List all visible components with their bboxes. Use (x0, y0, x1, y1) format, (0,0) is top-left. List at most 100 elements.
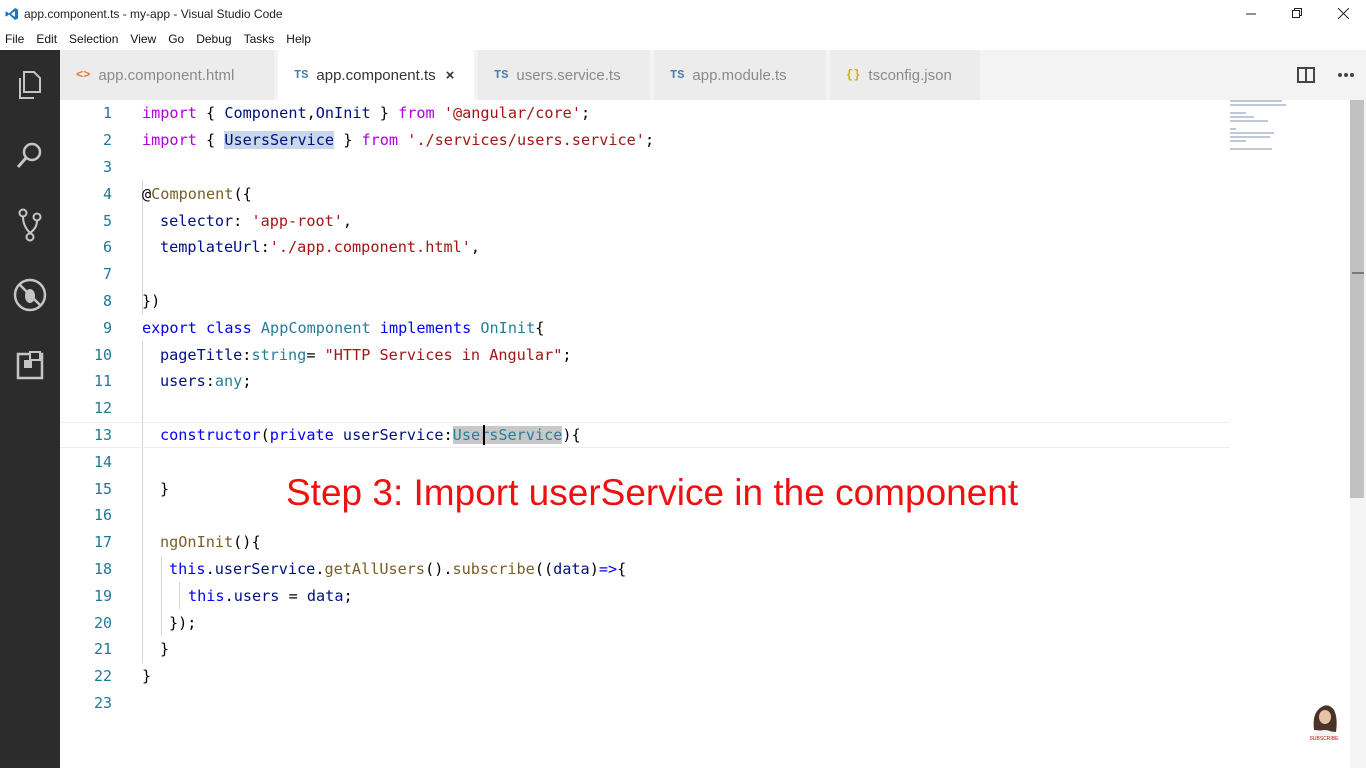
code-line: 6 templateUrl:'./app.component.html', (60, 234, 1230, 261)
more-actions-icon[interactable] (1326, 50, 1366, 100)
menu-file[interactable]: File (4, 32, 25, 46)
code-line: 8 }) (60, 288, 1230, 315)
code-line: 12 (60, 395, 1230, 422)
code-line: 10 pageTitle:string= "HTTP Services in A… (60, 341, 1230, 368)
split-editor-icon[interactable] (1286, 50, 1326, 100)
code-line: 7 (60, 261, 1230, 288)
line-number: 7 (102, 265, 112, 284)
minimize-button[interactable] (1228, 0, 1274, 26)
debug-icon[interactable] (0, 260, 60, 330)
tutorial-caption: Step 3: Import userService in the compon… (286, 472, 1019, 513)
scrollbar-marker (1352, 272, 1364, 274)
code-line: 1 import { Component,OnInit } from '@ang… (60, 100, 1230, 127)
source-control-icon[interactable] (0, 190, 60, 260)
line-number: 14 (93, 452, 112, 471)
ts-file-icon: TS (494, 68, 509, 82)
menu-edit[interactable]: Edit (35, 32, 58, 46)
restore-button[interactable] (1274, 0, 1320, 26)
tab-label: tsconfig.json (868, 66, 952, 84)
code-text: export class AppComponent implements OnI… (142, 318, 545, 337)
menu-help[interactable]: Help (285, 32, 312, 46)
line-number: 1 (102, 104, 112, 123)
close-tab-icon[interactable]: × (446, 67, 455, 84)
code-line: 19 this.users = data; (60, 582, 1230, 609)
tab-label: app.component.html (98, 66, 235, 84)
text-cursor (483, 425, 485, 445)
search-icon[interactable] (0, 120, 60, 190)
menu-bar: File Edit Selection View Go Debug Tasks … (0, 28, 1366, 50)
code-text: this.userService.getAllUsers().subscribe… (169, 559, 627, 578)
line-number: 16 (93, 506, 112, 525)
vscode-logo-icon (4, 6, 20, 22)
tab-app-component-ts[interactable]: TS app.component.ts × (278, 50, 474, 100)
code-text: users:any; (160, 372, 252, 391)
menu-tasks[interactable]: Tasks (243, 32, 276, 46)
code-line: 21 } (60, 636, 1230, 663)
code-line: 17 ngOnInit(){ (60, 529, 1230, 556)
line-number: 12 (93, 399, 112, 418)
ts-file-icon: TS (294, 68, 309, 82)
line-number: 6 (102, 238, 112, 257)
explorer-icon[interactable] (0, 50, 60, 120)
code-text: }); (169, 613, 197, 632)
line-number: 20 (93, 613, 112, 632)
code-text: templateUrl:'./app.component.html', (160, 238, 481, 257)
line-number: 19 (93, 586, 112, 605)
tab-label: app.component.ts (316, 66, 436, 84)
line-number: 11 (93, 372, 112, 391)
tab-tsconfig-json[interactable]: {} tsconfig.json (830, 50, 980, 100)
line-number: 18 (93, 559, 112, 578)
tab-app-component-html[interactable]: <> app.component.html (60, 50, 274, 100)
close-button[interactable] (1320, 0, 1366, 26)
editor-actions (1286, 50, 1366, 100)
title-bar: app.component.ts - my-app - Visual Studi… (0, 0, 1366, 28)
minimap[interactable] (1230, 100, 1290, 160)
menu-debug[interactable]: Debug (195, 32, 232, 46)
code-text: } (142, 667, 152, 686)
code-line: 9 export class AppComponent implements O… (60, 314, 1230, 341)
menu-selection[interactable]: Selection (68, 32, 119, 46)
extensions-icon[interactable] (0, 330, 60, 400)
code-line: 3 (60, 154, 1230, 181)
line-number: 3 (102, 157, 112, 176)
line-number: 8 (102, 291, 112, 310)
tab-users-service-ts[interactable]: TS users.service.ts (478, 50, 650, 100)
subscribe-label: SUBSCRIBE (1310, 736, 1340, 742)
html-file-icon: <> (76, 68, 91, 82)
window-title: app.component.ts - my-app - Visual Studi… (24, 7, 283, 21)
code-text: import { UsersService } from './services… (142, 131, 655, 150)
line-number: 9 (102, 318, 112, 337)
tab-label: app.module.ts (692, 66, 787, 84)
code-line: 5 selector: 'app-root', (60, 207, 1230, 234)
code-line: 23 (60, 690, 1230, 717)
code-text: import { Component,OnInit } from '@angul… (142, 104, 591, 123)
menu-view[interactable]: View (129, 32, 157, 46)
tab-label: users.service.ts (516, 66, 621, 84)
code-text: constructor(private userService:UsersSer… (160, 425, 581, 444)
line-number: 13 (93, 425, 112, 444)
subscribe-watermark[interactable]: SUBSCRIBE (1306, 700, 1342, 742)
code-line: 20 }); (60, 609, 1230, 636)
code-line: 22 } (60, 663, 1230, 690)
scrollbar-thumb[interactable] (1350, 100, 1364, 498)
line-number: 10 (93, 345, 112, 364)
code-text: @Component({ (142, 184, 252, 203)
code-text: ngOnInit(){ (160, 533, 261, 552)
line-number: 5 (102, 211, 112, 230)
menu-go[interactable]: Go (167, 32, 185, 46)
tab-app-module-ts[interactable]: TS app.module.ts (654, 50, 826, 100)
code-text: } (160, 479, 170, 498)
code-text: pageTitle:string= "HTTP Services in Angu… (160, 345, 572, 364)
current-code-line: 13 constructor(private userService:Users… (60, 421, 1230, 449)
line-number: 4 (102, 184, 112, 203)
code-line: 18 this.userService.getAllUsers().subscr… (60, 556, 1230, 583)
line-number: 21 (93, 640, 112, 659)
code-editor[interactable]: 1 import { Component,OnInit } from '@ang… (60, 100, 1350, 768)
code-line: 11 users:any; (60, 368, 1230, 395)
line-number: 2 (102, 131, 112, 150)
line-number: 23 (93, 693, 112, 712)
code-text: this.users = data; (188, 586, 353, 605)
vertical-scrollbar[interactable] (1350, 100, 1366, 768)
code-text: } (160, 640, 170, 659)
ts-file-icon: TS (670, 68, 685, 82)
